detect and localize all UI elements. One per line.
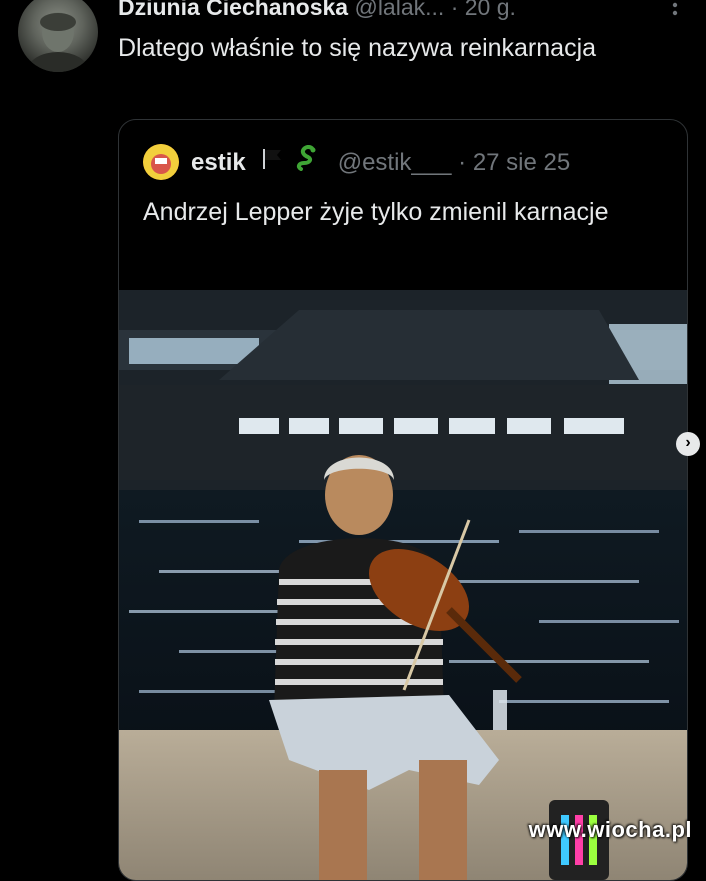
media-image[interactable]	[119, 290, 687, 880]
tweet-text: Dlatego właśnie to się nazywa reinkarnac…	[118, 34, 597, 62]
quote-time[interactable]: · 27 sie 25	[458, 149, 570, 176]
author-avatar[interactable]	[18, 0, 98, 72]
watermark: www.wiocha.pl	[528, 817, 692, 842]
tweet-time[interactable]: · 20 g.	[451, 0, 516, 20]
quote-author-handle[interactable]: @estik___	[338, 149, 452, 176]
chevron-right-icon[interactable]: ›	[676, 432, 700, 456]
black-flag-icon	[260, 145, 284, 183]
quote-author-name[interactable]: estik	[191, 149, 246, 176]
quote-header: estik @estik___ · 27 sie 25	[191, 144, 570, 182]
more-vertical-icon[interactable]	[670, 0, 680, 22]
author-name[interactable]: Dziunia Ciechanoska	[118, 0, 348, 20]
snake-icon	[295, 144, 319, 183]
author-handle[interactable]: @lalak...	[354, 0, 444, 20]
quote-avatar[interactable]	[143, 144, 179, 180]
quote-text: Andrzej Lepper żyje tylko zmienil karnac…	[143, 198, 609, 226]
tweet-header: Dziunia Ciechanoska @lalak... · 20 g.	[118, 0, 686, 24]
carousel-next-glyph: ›	[685, 434, 691, 451]
quote-card[interactable]: estik @estik___ · 27 sie 25 Andrzej Lepp…	[118, 119, 688, 881]
